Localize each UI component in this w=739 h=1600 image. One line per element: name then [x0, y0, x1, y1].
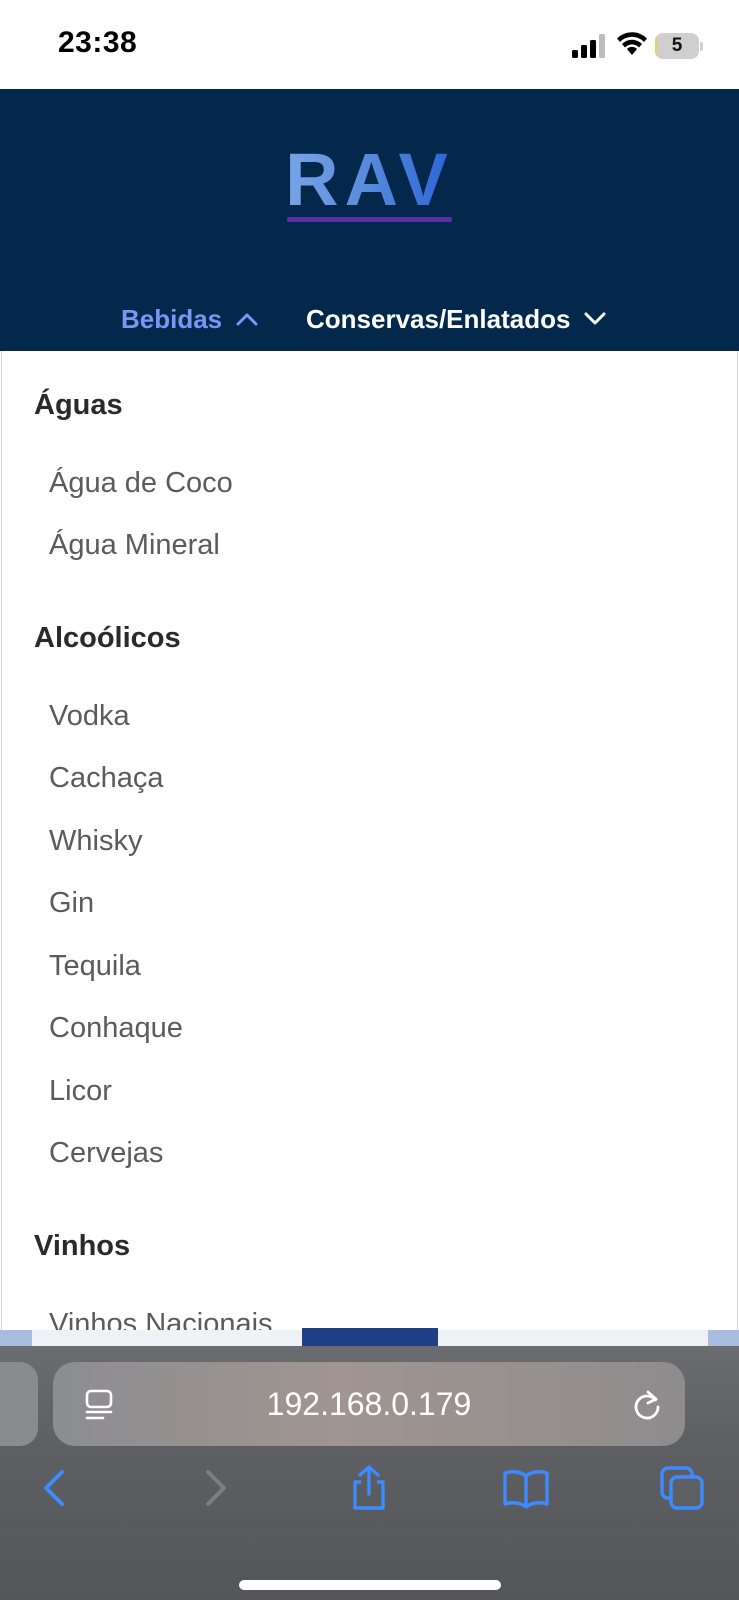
address-bar[interactable]: 192.168.0.179 — [53, 1362, 685, 1446]
chevron-up-icon[interactable] — [236, 312, 258, 326]
menu-item-tequila[interactable]: Tequila — [49, 950, 141, 983]
wifi-icon — [617, 32, 647, 55]
chevron-down-icon[interactable] — [584, 312, 606, 326]
menu-item-vodka[interactable]: Vodka — [49, 700, 130, 733]
logo-text[interactable]: RAV — [283, 141, 456, 219]
browser-toolbar: 192.168.0.179 — [0, 1346, 739, 1600]
nav-item-bebidas[interactable]: Bebidas — [121, 299, 258, 339]
group-title-alcoolicos: Alcoólicos — [34, 622, 181, 654]
group-title-vinhos: Vinhos — [34, 1230, 131, 1262]
menu-item-agua-de-coco[interactable]: Água de Coco — [49, 467, 233, 500]
status-bar: 23:38 5 — [0, 0, 739, 89]
menu-item-gin[interactable]: Gin — [49, 887, 94, 920]
home-indicator[interactable] — [239, 1580, 501, 1590]
main-nav: Bebidas Conservas/Enlatados — [0, 299, 739, 339]
menu-item-cachaca[interactable]: Cachaça — [49, 762, 163, 795]
menu-item-cervejas[interactable]: Cervejas — [49, 1137, 163, 1170]
share-icon[interactable] — [345, 1464, 393, 1512]
menu-item-whisky[interactable]: Whisky — [49, 825, 142, 858]
logo-underline — [287, 217, 452, 222]
back-icon[interactable] — [32, 1464, 80, 1512]
reload-icon[interactable] — [631, 1388, 663, 1422]
signal-icon — [572, 34, 605, 58]
status-time: 23:38 — [58, 26, 138, 59]
battery-level: 5 — [671, 35, 683, 56]
tabs-icon[interactable] — [658, 1464, 706, 1512]
battery-icon: 5 — [655, 33, 703, 59]
url-text[interactable]: 192.168.0.179 — [53, 1362, 685, 1446]
bebidas-dropdown-menu: Águas Água de Coco Água Mineral Alcoólic… — [1, 351, 738, 1338]
nav-item-conservas[interactable]: Conservas/Enlatados — [306, 299, 606, 339]
forward-icon[interactable] — [190, 1464, 238, 1512]
logo[interactable]: RAV — [0, 141, 739, 219]
group-title-aguas: Águas — [34, 389, 123, 421]
product-image-peek — [302, 1328, 438, 1346]
previous-tab-peek[interactable] — [0, 1362, 38, 1446]
bookmarks-icon[interactable] — [502, 1464, 550, 1512]
menu-item-conhaque[interactable]: Conhaque — [49, 1012, 183, 1045]
nav-item-label[interactable]: Conservas/Enlatados — [306, 304, 570, 335]
menu-item-licor[interactable]: Licor — [49, 1075, 112, 1108]
nav-item-label[interactable]: Bebidas — [121, 304, 222, 335]
menu-item-agua-mineral[interactable]: Água Mineral — [49, 529, 220, 562]
site-header: RAV Bebidas Conservas/Enlatados — [0, 89, 739, 351]
